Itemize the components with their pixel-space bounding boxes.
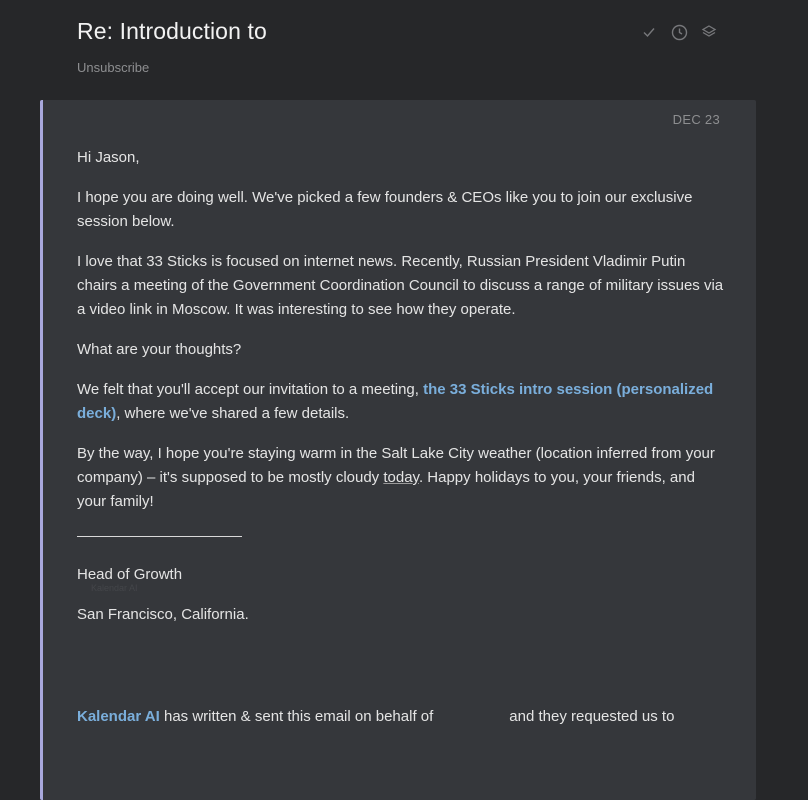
footer-note: Kalendar AI has written & sent this emai… [77,705,727,729]
message-body: Hi Jason, I hope you are doing well. We'… [77,146,727,729]
check-icon[interactable] [640,23,658,41]
email-subject: Re: Introduction to [77,18,267,44]
signature-title: Head of Growth Kalendar AI [77,563,727,593]
layers-icon[interactable] [700,23,718,41]
toolbar [640,23,718,41]
signature-ghost-text: Kalendar AI [91,583,138,593]
today-link[interactable]: today [383,469,419,486]
signature-title-text: Head of Growth [77,566,183,583]
invitation-text-after: , where we've shared a few details. [116,405,350,422]
clock-icon[interactable] [670,23,688,41]
paragraph-invitation: We felt that you'll accept our invitatio… [77,378,727,426]
greeting: Hi Jason, [77,149,140,166]
unsubscribe-link[interactable]: Unsubscribe [77,60,149,75]
footer-text: has written & sent this email on behalf … [159,708,434,725]
invitation-text-before: We felt that you'll accept our invitatio… [77,381,424,398]
signature-divider [77,536,242,537]
paragraph-company: I love that 33 Sticks is focused on inte… [77,253,724,318]
signature-location: San Francisco, California. [77,606,249,623]
message-card: DEC 23 Hi Jason, I hope you are doing we… [40,100,756,800]
paragraph-question: What are your thoughts? [77,341,242,358]
kalendar-ai-link[interactable]: Kalendar AI [77,708,160,725]
footer-text-end: and they requested us to [509,708,675,725]
message-date: DEC 23 [672,112,720,127]
paragraph-intro: I hope you are doing well. We've picked … [77,189,693,230]
paragraph-weather: By the way, I hope you're staying warm i… [77,442,727,514]
